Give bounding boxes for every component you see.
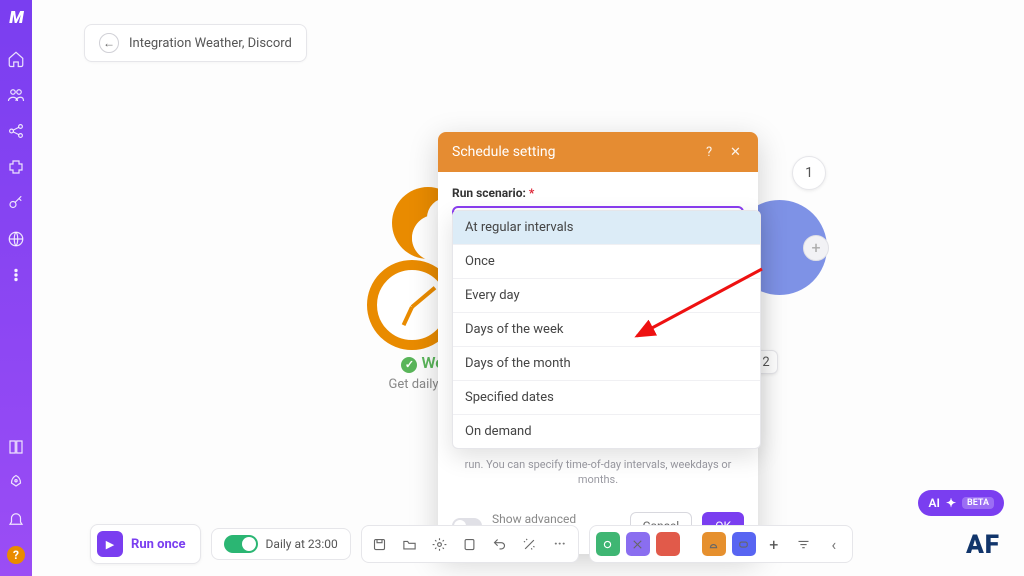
save-icon[interactable]	[368, 532, 392, 556]
run-once-button[interactable]: ▶ Run once	[90, 524, 201, 564]
ai-button[interactable]: AI✦BETA	[918, 490, 1004, 516]
scenario-canvas[interactable]: ← Integration Weather, Discord ✓Wea Get …	[32, 0, 1024, 576]
globe-icon[interactable]	[7, 230, 25, 248]
more-icon[interactable]	[7, 266, 25, 284]
key-icon[interactable]	[7, 194, 25, 212]
option-every-day[interactable]: Every day	[453, 279, 760, 313]
step-badge-1: 1	[792, 156, 826, 190]
wand-icon[interactable]	[518, 532, 542, 556]
schedule-setting-modal: Schedule setting ? ✕ Run scenario:* At r…	[438, 132, 758, 554]
play-icon: ▶	[97, 531, 123, 557]
module-icon-green[interactable]	[596, 532, 620, 556]
back-icon[interactable]: ←	[99, 33, 119, 53]
option-at-regular-intervals[interactable]: At regular intervals	[453, 211, 760, 245]
breadcrumb[interactable]: ← Integration Weather, Discord	[84, 24, 307, 62]
bell-icon[interactable]	[7, 510, 25, 528]
note-icon[interactable]	[458, 532, 482, 556]
left-sidebar: M ?	[0, 0, 32, 576]
watermark: AF	[966, 530, 1000, 560]
breadcrumb-label: Integration Weather, Discord	[129, 36, 292, 51]
more-dots-icon[interactable]: ···	[548, 532, 572, 556]
schedule-pill[interactable]: Daily at 23:00	[211, 528, 351, 560]
users-icon[interactable]	[7, 86, 25, 104]
module-icon-weather[interactable]	[702, 532, 726, 556]
modal-help-icon[interactable]: ?	[706, 145, 720, 160]
gear-icon[interactable]	[428, 532, 452, 556]
module-icon-tools[interactable]	[626, 532, 650, 556]
collapse-icon[interactable]: ‹	[822, 532, 846, 556]
sparkle-icon: ✦	[946, 496, 956, 510]
modal-close-icon[interactable]: ✕	[730, 145, 744, 160]
check-icon: ✓	[401, 357, 417, 373]
bottom-toolbar: ▶ Run once Daily at 23:00 ···	[70, 524, 1024, 564]
module-icon-red[interactable]	[656, 532, 680, 556]
schedule-toggle[interactable]	[224, 535, 258, 553]
schedule-text: Daily at 23:00	[266, 537, 338, 551]
run-scenario-options: At regular intervals Once Every day Days…	[452, 210, 761, 449]
home-icon[interactable]	[7, 50, 25, 68]
module-icon-discord[interactable]	[732, 532, 756, 556]
share-icon[interactable]	[7, 122, 25, 140]
puzzle-icon[interactable]	[7, 158, 25, 176]
undo-icon[interactable]	[488, 532, 512, 556]
help-icon[interactable]: ?	[7, 546, 25, 564]
option-specified-dates[interactable]: Specified dates	[453, 381, 760, 415]
modal-title: Schedule setting	[452, 144, 696, 160]
book-icon[interactable]	[7, 438, 25, 456]
folder-icon[interactable]	[398, 532, 422, 556]
rocket-icon[interactable]	[7, 474, 25, 492]
app-logo: M	[9, 8, 22, 28]
filter-icon[interactable]	[792, 532, 816, 556]
add-module-button[interactable]: +	[762, 532, 786, 556]
add-module-icon[interactable]: +	[803, 235, 829, 261]
option-on-demand[interactable]: On demand	[453, 415, 760, 448]
run-scenario-label: Run scenario:*	[452, 186, 744, 200]
option-days-of-week[interactable]: Days of the week	[453, 313, 760, 347]
option-once[interactable]: Once	[453, 245, 760, 279]
option-days-of-month[interactable]: Days of the month	[453, 347, 760, 381]
